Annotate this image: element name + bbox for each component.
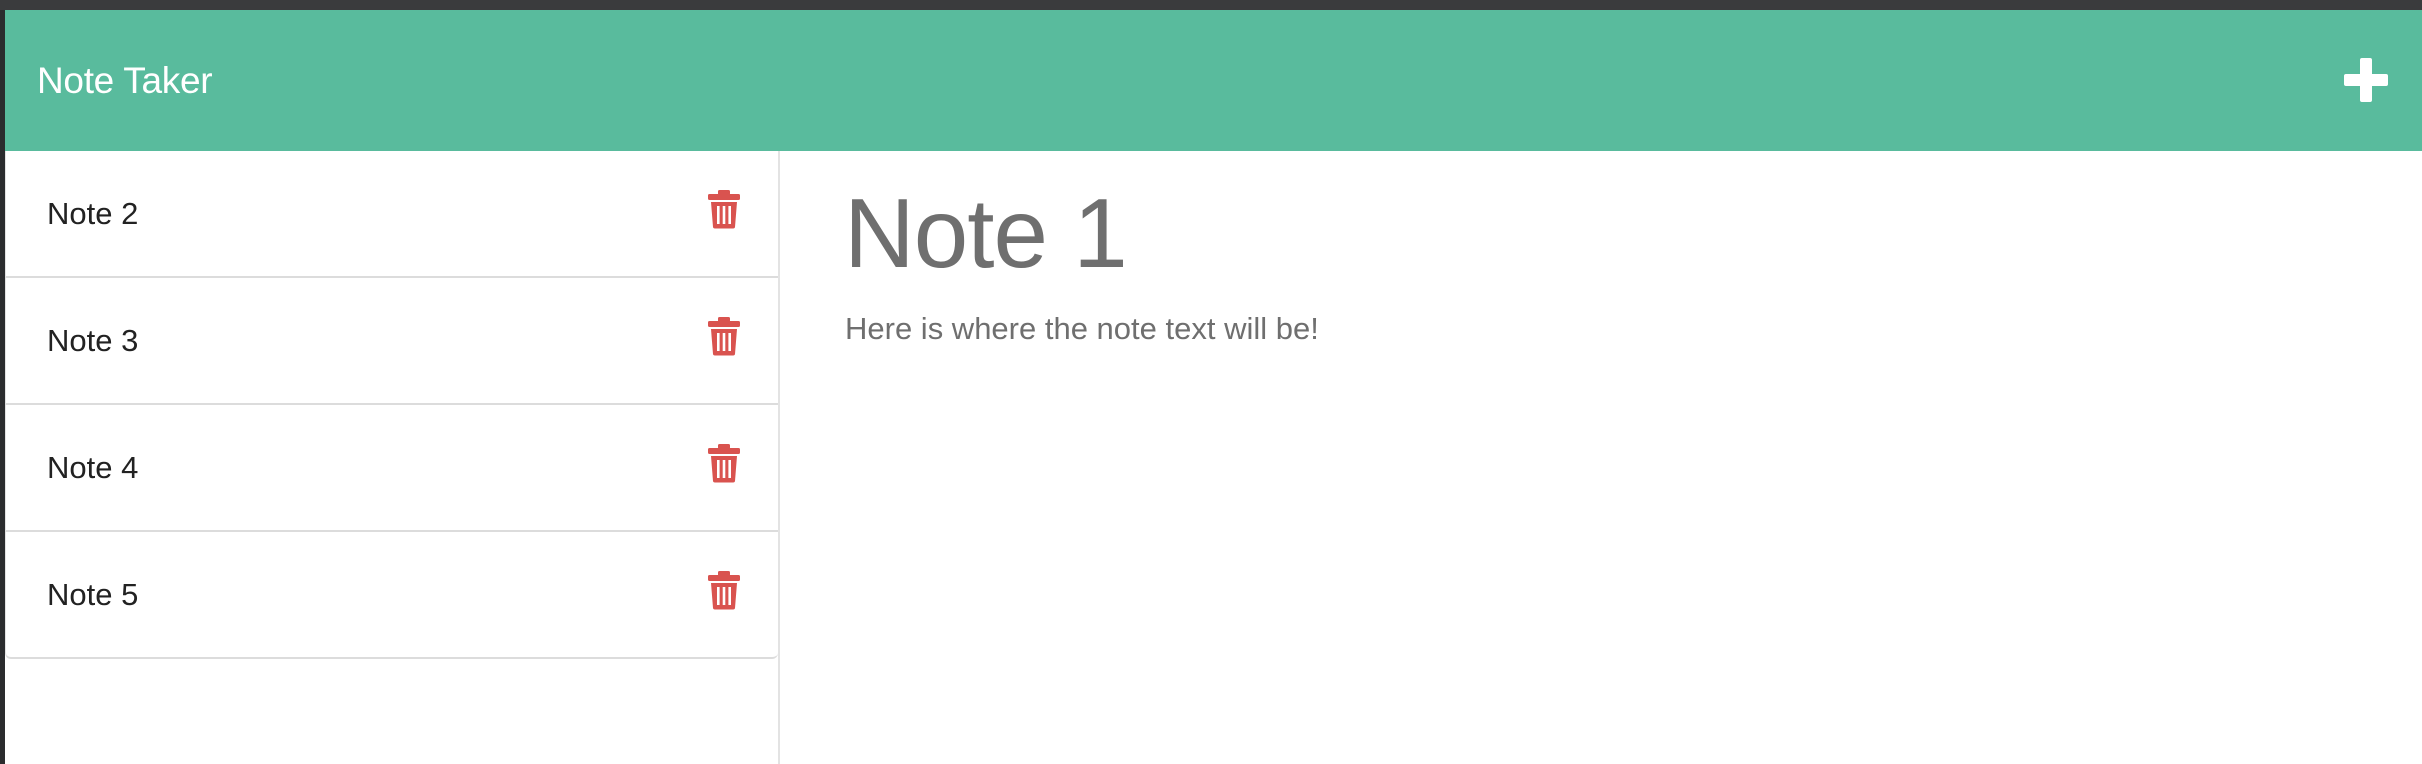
note-editor: Note 1 Here is where the note text will … — [782, 151, 2422, 764]
trash-icon[interactable] — [707, 443, 741, 483]
list-item[interactable]: Note 2 — [5, 151, 778, 278]
trash-icon[interactable] — [707, 316, 741, 356]
plus-icon — [2344, 58, 2388, 102]
trash-icon[interactable] — [707, 189, 741, 229]
add-note-button[interactable] — [2340, 54, 2392, 106]
list-item[interactable]: Note 5 — [5, 532, 778, 659]
note-label: Note 4 — [47, 450, 139, 485]
note-text-area[interactable]: Here is where the note text will be! — [845, 309, 1319, 349]
note-title-input[interactable]: Note 1 — [844, 173, 1128, 293]
list-item[interactable]: Note 4 — [5, 405, 778, 532]
note-label: Note 5 — [47, 577, 139, 612]
trash-icon[interactable] — [707, 570, 741, 610]
navbar: Note Taker — [5, 10, 2422, 151]
window-top-edge — [0, 0, 2422, 10]
note-sidebar: Note 2 Note 3 Note 4 Note 5 — [5, 151, 780, 764]
note-list: Note 2 Note 3 Note 4 Note 5 — [5, 151, 778, 659]
app-title[interactable]: Note Taker — [37, 10, 213, 151]
note-label: Note 3 — [47, 323, 139, 358]
list-item[interactable]: Note 3 — [5, 278, 778, 405]
note-label: Note 2 — [47, 196, 139, 231]
